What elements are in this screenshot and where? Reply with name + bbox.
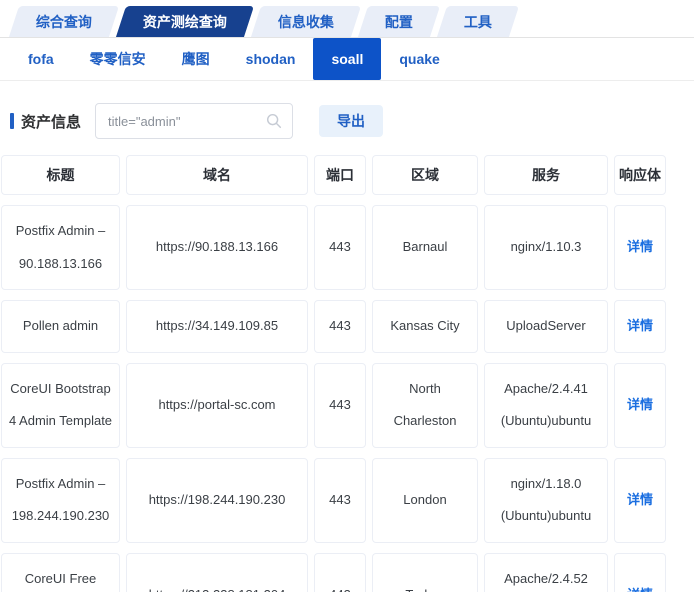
tab-configuration[interactable]: 配置 bbox=[358, 6, 440, 37]
cell-region: North Charleston bbox=[372, 363, 478, 448]
tab-label: 综合查询 bbox=[36, 12, 92, 32]
cell-title: Postfix Admin – 90.188.13.166 bbox=[1, 205, 120, 290]
subtab-fofa[interactable]: fofa bbox=[10, 38, 72, 80]
cell-port: 443 bbox=[314, 363, 366, 448]
asset-info-toolbar: 资产信息 导出 bbox=[0, 81, 694, 155]
title-accent-bar bbox=[10, 113, 14, 129]
cell-region: Barnaul bbox=[372, 205, 478, 290]
col-header-region: 区域 bbox=[372, 155, 478, 195]
tab-tools[interactable]: 工具 bbox=[437, 6, 519, 37]
cell-service: nginx/1.10.3 bbox=[484, 205, 608, 290]
cell-response: 详情 bbox=[614, 300, 666, 353]
detail-link[interactable]: 详情 bbox=[627, 389, 653, 422]
cell-title: CoreUI Bootstrap 4 Admin Template bbox=[1, 363, 120, 448]
subtab-shodan[interactable]: shodan bbox=[228, 38, 314, 80]
cell-title: Postfix Admin – 198.244.190.230 bbox=[1, 458, 120, 543]
tab-label: 工具 bbox=[464, 12, 492, 32]
cell-response: 详情 bbox=[614, 553, 666, 592]
cell-title: Pollen admin bbox=[1, 300, 120, 353]
cell-port: 443 bbox=[314, 205, 366, 290]
cell-service: UploadServer bbox=[484, 300, 608, 353]
cell-domain: https://198.244.190.230 bbox=[126, 458, 308, 543]
col-header-response: 响应体 bbox=[614, 155, 666, 195]
cell-domain: https://90.188.13.166 bbox=[126, 205, 308, 290]
detail-link[interactable]: 详情 bbox=[627, 484, 653, 517]
tab-info-collection[interactable]: 信息收集 bbox=[251, 6, 361, 37]
cell-port: 443 bbox=[314, 458, 366, 543]
engine-tabs: fofa 零零信安 鹰图 shodan soall quake bbox=[0, 38, 694, 81]
tab-label: 资产测绘查询 bbox=[143, 12, 227, 32]
cell-domain: https://213.238.181.204 bbox=[126, 553, 308, 592]
cell-region: Kansas City bbox=[372, 300, 478, 353]
asset-table: 标题 域名 端口 区域 服务 响应体 Postfix Admin – 90.18… bbox=[1, 155, 666, 592]
tab-label: 配置 bbox=[385, 12, 413, 32]
tab-comprehensive-query[interactable]: 综合查询 bbox=[9, 6, 119, 37]
cell-service: Apache/2.4.52 (Win64) bbox=[484, 553, 608, 592]
detail-link[interactable]: 详情 bbox=[627, 310, 653, 343]
subtab-quake[interactable]: quake bbox=[381, 38, 457, 80]
cell-port: 443 bbox=[314, 553, 366, 592]
detail-link[interactable]: 详情 bbox=[627, 231, 653, 264]
top-nav: 综合查询 资产测绘查询 信息收集 配置 工具 bbox=[0, 0, 694, 38]
col-header-port: 端口 bbox=[314, 155, 366, 195]
cell-region: Turkey bbox=[372, 553, 478, 592]
export-button[interactable]: 导出 bbox=[319, 105, 383, 137]
search-box bbox=[95, 103, 293, 139]
asset-mapping-page: 综合查询 资产测绘查询 信息收集 配置 工具 fofa 零零信安 鹰图 shod… bbox=[0, 0, 694, 592]
subtab-soall[interactable]: soall bbox=[313, 38, 381, 80]
section-title: 资产信息 bbox=[10, 111, 81, 132]
search-icon[interactable] bbox=[265, 112, 283, 130]
cell-service: Apache/2.4.41 (Ubuntu)ubuntu bbox=[484, 363, 608, 448]
search-input[interactable] bbox=[95, 103, 293, 139]
cell-service: nginx/1.18.0 (Ubuntu)ubuntu bbox=[484, 458, 608, 543]
detail-link[interactable]: 详情 bbox=[627, 579, 653, 592]
cell-response: 详情 bbox=[614, 205, 666, 290]
col-header-title: 标题 bbox=[1, 155, 120, 195]
section-title-text: 资产信息 bbox=[21, 111, 81, 132]
tab-label: 信息收集 bbox=[278, 12, 334, 32]
cell-response: 详情 bbox=[614, 458, 666, 543]
tab-asset-mapping-query[interactable]: 资产测绘查询 bbox=[116, 6, 254, 37]
col-header-service: 服务 bbox=[484, 155, 608, 195]
cell-response: 详情 bbox=[614, 363, 666, 448]
cell-title: CoreUI Free React.js Admin bbox=[1, 553, 120, 592]
subtab-00sec[interactable]: 零零信安 bbox=[72, 38, 164, 80]
col-header-domain: 域名 bbox=[126, 155, 308, 195]
subtab-yingtu[interactable]: 鹰图 bbox=[164, 38, 228, 80]
cell-domain: https://34.149.109.85 bbox=[126, 300, 308, 353]
cell-domain: https://portal-sc.com bbox=[126, 363, 308, 448]
cell-region: London bbox=[372, 458, 478, 543]
cell-port: 443 bbox=[314, 300, 366, 353]
